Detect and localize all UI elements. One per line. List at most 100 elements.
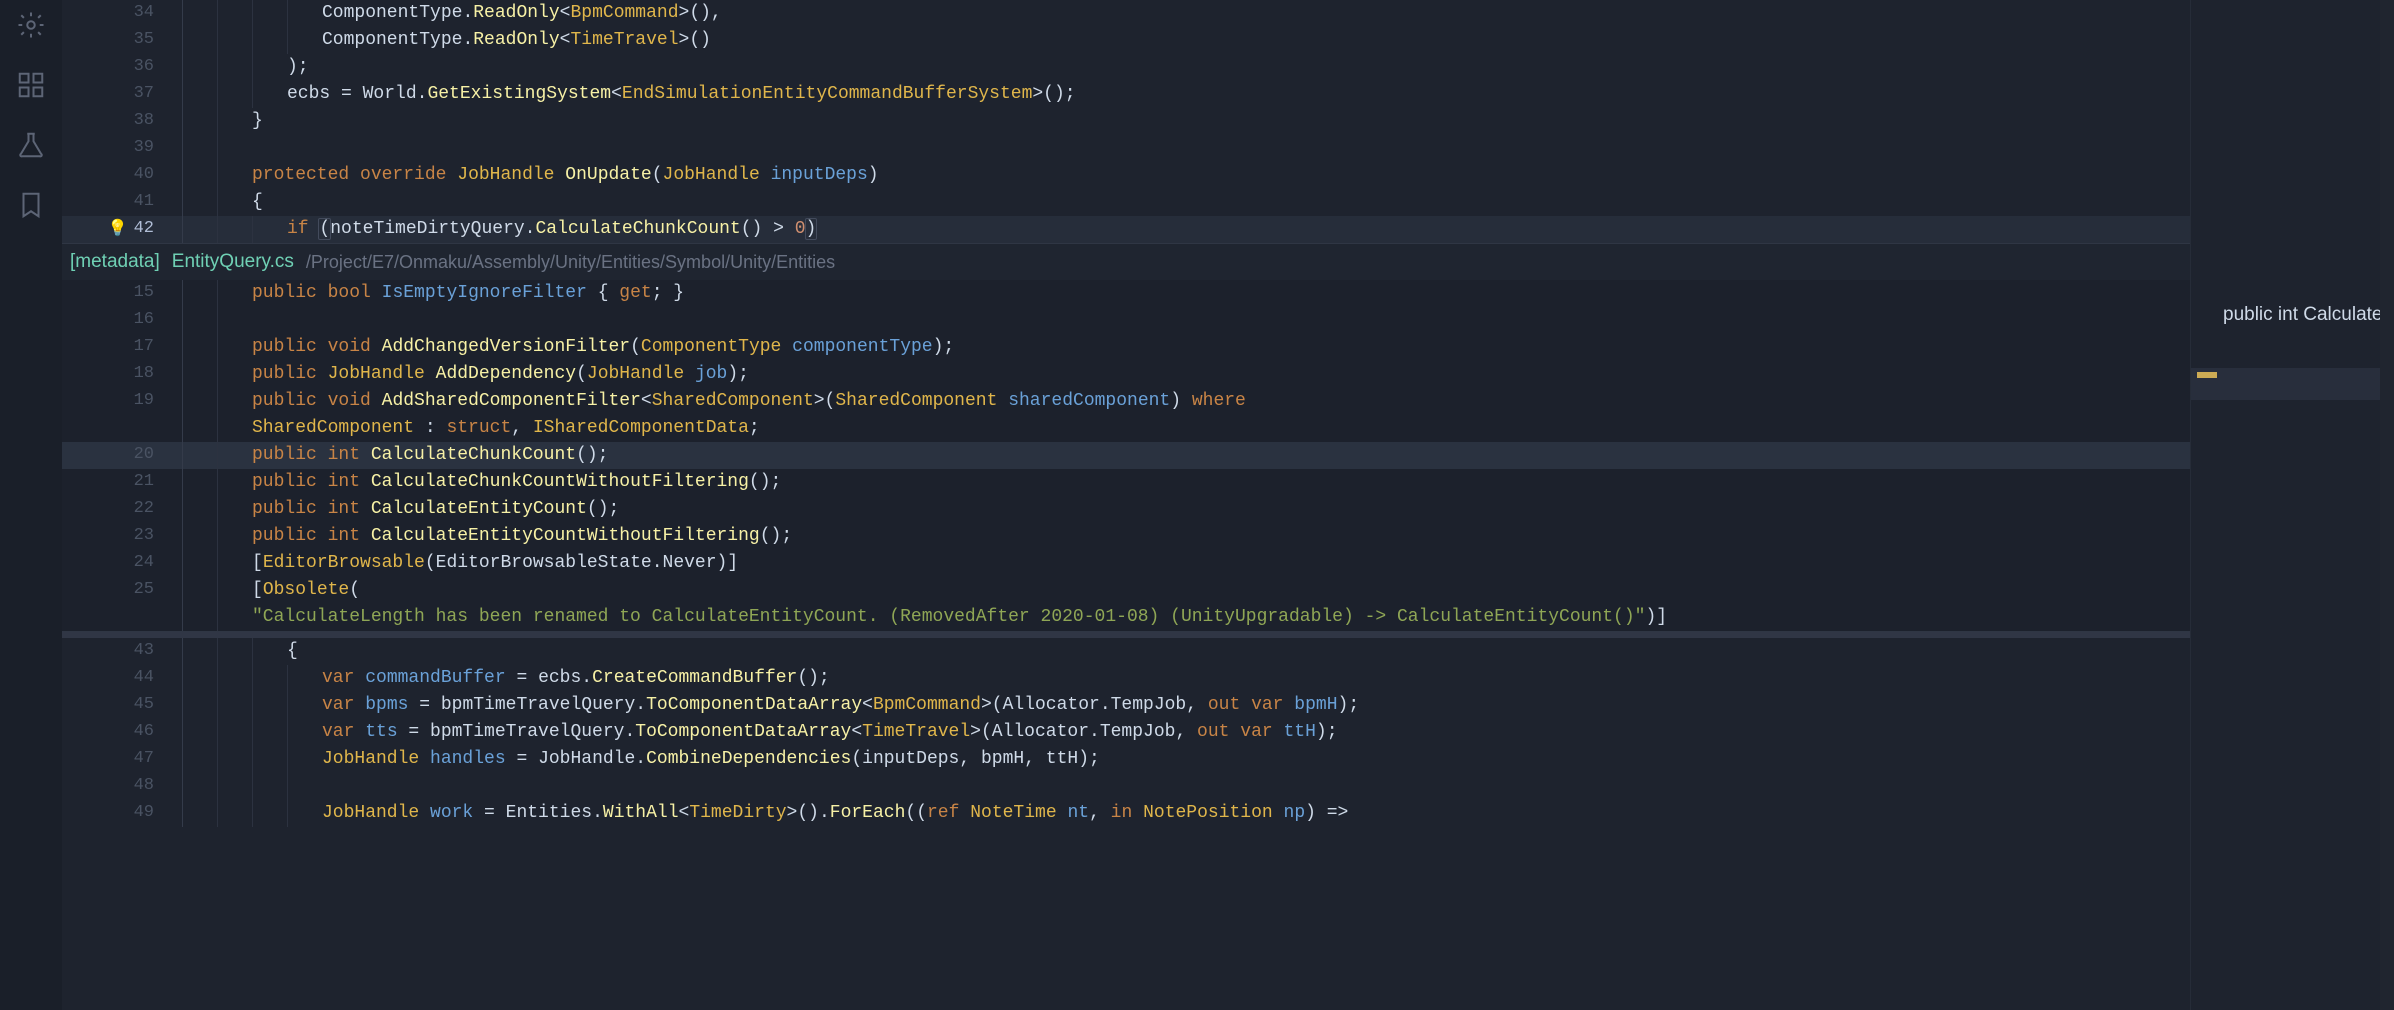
code-token: "CalculateLength has been renamed to Cal… xyxy=(252,607,1645,627)
gutter[interactable]: 💡42 xyxy=(62,216,182,242)
code-line[interactable]: 38} xyxy=(62,108,2190,135)
code-line[interactable]: 34ComponentType.ReadOnly<BpmCommand>(), xyxy=(62,0,2190,27)
code-token xyxy=(349,165,360,185)
peek-code-pane[interactable]: 15public bool IsEmptyIgnoreFilter { get;… xyxy=(62,280,2190,631)
gutter[interactable]: 17 xyxy=(62,334,182,360)
gutter[interactable]: 47 xyxy=(62,746,182,772)
code-token: Entities xyxy=(506,803,592,823)
gutter[interactable]: 21 xyxy=(62,469,182,495)
code-content: JobHandle work = Entities.WithAll<TimeDi… xyxy=(322,800,2190,826)
minimap[interactable]: public int CalculateChunkCount(); xyxy=(2190,0,2394,1010)
gutter[interactable]: 20 xyxy=(62,442,182,468)
code-token: public xyxy=(252,526,317,546)
code-token xyxy=(360,445,371,465)
gutter[interactable]: 48 xyxy=(62,773,182,799)
code-line[interactable]: 35ComponentType.ReadOnly<TimeTravel>() xyxy=(62,27,2190,54)
code-line[interactable]: 44var commandBuffer = ecbs.CreateCommand… xyxy=(62,665,2190,692)
code-token: () > xyxy=(741,219,795,239)
gutter[interactable]: 37 xyxy=(62,81,182,107)
code-line[interactable]: 23public int CalculateEntityCountWithout… xyxy=(62,523,2190,550)
code-token: )] xyxy=(717,553,739,573)
gutter[interactable]: 38 xyxy=(62,108,182,134)
flask-icon[interactable] xyxy=(16,130,46,160)
code-line[interactable]: 41{ xyxy=(62,189,2190,216)
code-token: >(), xyxy=(679,3,722,23)
code-token: tts xyxy=(365,722,397,742)
code-line[interactable]: 💡42if (noteTimeDirtyQuery.CalculateChunk… xyxy=(62,216,2190,243)
gutter[interactable]: 22 xyxy=(62,496,182,522)
code-token: ReadOnly xyxy=(473,30,559,50)
minimap-viewport[interactable] xyxy=(2191,368,2394,400)
code-line[interactable]: 37ecbs = World.GetExistingSystem<EndSimu… xyxy=(62,81,2190,108)
code-token xyxy=(317,337,328,357)
code-line[interactable]: 22public int CalculateEntityCount(); xyxy=(62,496,2190,523)
gutter[interactable]: 49 xyxy=(62,800,182,826)
editor-main[interactable]: 34ComponentType.ReadOnly<BpmCommand>(),3… xyxy=(62,0,2190,1010)
gutter[interactable]: 39 xyxy=(62,135,182,161)
gutter[interactable]: 35 xyxy=(62,27,182,53)
gutter[interactable]: 18 xyxy=(62,361,182,387)
code-token: World xyxy=(363,84,417,104)
code-token: Never xyxy=(663,553,717,573)
gutter[interactable]: 25 xyxy=(62,577,182,603)
layout-icon[interactable] xyxy=(16,70,46,100)
peek-result-label[interactable]: public int CalculateChunkCount(); xyxy=(2223,302,2384,328)
code-line[interactable]: 18public JobHandle AddDependency(JobHand… xyxy=(62,361,2190,388)
code-token: JobHandle xyxy=(587,364,684,384)
code-line[interactable]: 36); xyxy=(62,54,2190,81)
gutter[interactable]: 15 xyxy=(62,280,182,306)
bookmark-icon[interactable] xyxy=(16,190,46,220)
code-line[interactable]: 49 JobHandle work = Entities.WithAll<Time… xyxy=(62,800,2190,827)
gutter[interactable]: 43 xyxy=(62,638,182,664)
bottom-code-pane[interactable]: 43{44var commandBuffer = ecbs.CreateComm… xyxy=(62,638,2190,827)
code-line[interactable]: 47JobHandle handles = JobHandle.CombineD… xyxy=(62,746,2190,773)
peek-header[interactable]: [metadata] EntityQuery.cs /Project/E7/On… xyxy=(62,244,2190,280)
code-line[interactable]: 43{ xyxy=(62,638,2190,665)
scrollbar[interactable] xyxy=(2380,0,2394,1010)
code-token: protected xyxy=(252,165,349,185)
code-token: inputDeps xyxy=(862,749,959,769)
code-line[interactable]: 15public bool IsEmptyIgnoreFilter { get;… xyxy=(62,280,2190,307)
code-line[interactable]: 46var tts = bpmTimeTravelQuery.ToCompone… xyxy=(62,719,2190,746)
gutter[interactable]: 44 xyxy=(62,665,182,691)
lightbulb-icon[interactable]: 💡 xyxy=(108,216,128,242)
code-line[interactable]: 45var bpms = bpmTimeTravelQuery.ToCompon… xyxy=(62,692,2190,719)
gutter[interactable]: 34 xyxy=(62,0,182,26)
gutter[interactable]: 45 xyxy=(62,692,182,718)
code-line[interactable]: 17public void AddChangedVersionFilter(Co… xyxy=(62,334,2190,361)
gutter[interactable]: 19 xyxy=(62,388,182,414)
top-code-pane[interactable]: 34ComponentType.ReadOnly<BpmCommand>(),3… xyxy=(62,0,2190,243)
code-line[interactable]: 48 xyxy=(62,773,2190,800)
gutter[interactable]: 36 xyxy=(62,54,182,80)
gutter[interactable]: 41 xyxy=(62,189,182,215)
code-token xyxy=(354,695,365,715)
code-token: public xyxy=(252,283,317,303)
code-token: < xyxy=(560,3,571,23)
gutter[interactable]: 24 xyxy=(62,550,182,576)
settings-icon[interactable] xyxy=(16,10,46,40)
code-line[interactable]: 25[Obsolete( xyxy=(62,577,2190,604)
ide-root: 34ComponentType.ReadOnly<BpmCommand>(),3… xyxy=(0,0,2394,1010)
code-line[interactable]: 19public void AddSharedComponentFilter<S… xyxy=(62,388,2190,415)
code-line-wrap[interactable]: "CalculateLength has been renamed to Cal… xyxy=(62,604,2190,631)
indent-guide xyxy=(182,719,217,746)
gutter[interactable]: 40 xyxy=(62,162,182,188)
code-token: < xyxy=(851,722,862,742)
code-token: nt xyxy=(1067,803,1089,823)
code-token: commandBuffer xyxy=(365,668,505,688)
gutter[interactable]: 46 xyxy=(62,719,182,745)
editor-area: 34ComponentType.ReadOnly<BpmCommand>(),3… xyxy=(62,0,2394,1010)
indent-guide xyxy=(182,577,217,604)
code-line-wrap[interactable]: SharedComponent : struct, ISharedCompone… xyxy=(62,415,2190,442)
peek-path: /Project/E7/Onmaku/Assembly/Unity/Entiti… xyxy=(306,249,835,275)
gutter[interactable]: 23 xyxy=(62,523,182,549)
code-token: JobHandle xyxy=(457,165,554,185)
code-line[interactable]: 40protected override JobHandle OnUpdate(… xyxy=(62,162,2190,189)
code-line[interactable]: 24[EditorBrowsable(EditorBrowsableState.… xyxy=(62,550,2190,577)
code-line[interactable]: 20public int CalculateChunkCount(); xyxy=(62,442,2190,469)
gutter[interactable]: 16 xyxy=(62,307,182,333)
code-line[interactable]: 16 xyxy=(62,307,2190,334)
code-line[interactable]: 21public int CalculateChunkCountWithoutF… xyxy=(62,469,2190,496)
code-line[interactable]: 39 xyxy=(62,135,2190,162)
code-token: . xyxy=(1089,722,1100,742)
